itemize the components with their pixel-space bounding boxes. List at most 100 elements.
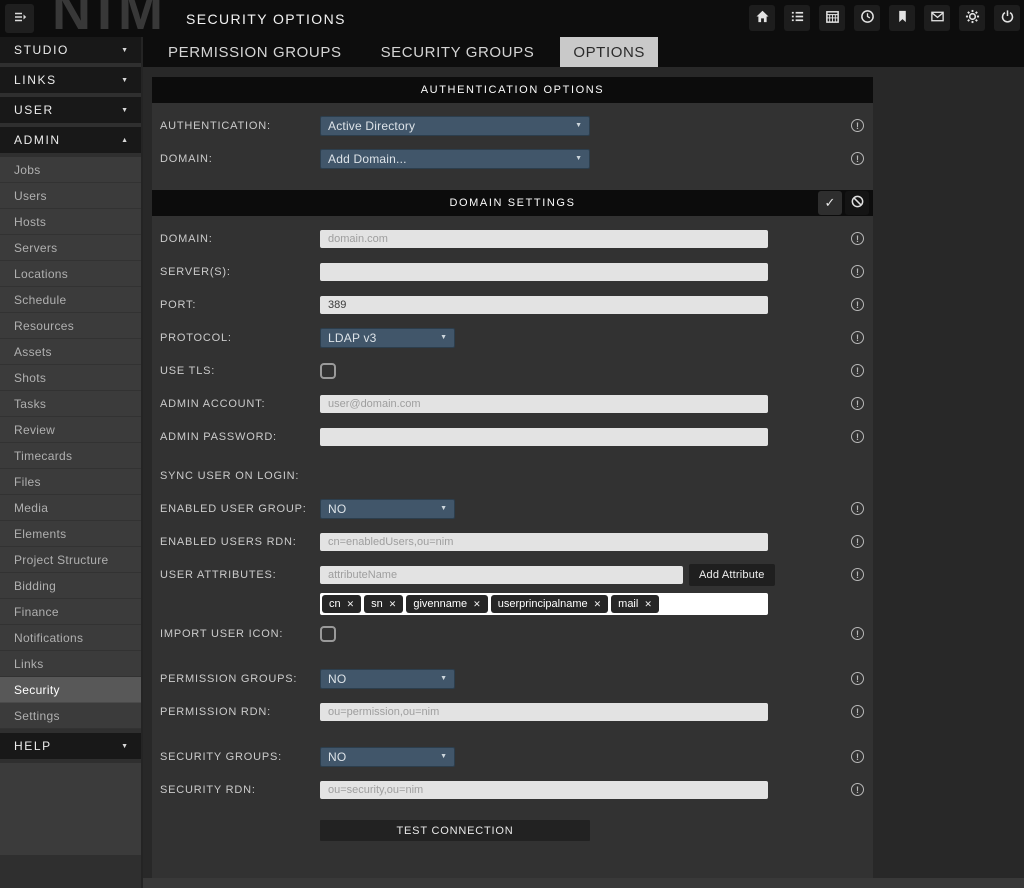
- home-button[interactable]: [749, 5, 775, 31]
- info-icon[interactable]: !: [851, 397, 864, 410]
- info-icon[interactable]: !: [851, 783, 864, 796]
- clock-button[interactable]: [854, 5, 880, 31]
- use-tls-checkbox[interactable]: [320, 363, 336, 379]
- sidebar-item-users[interactable]: Users: [0, 183, 141, 209]
- sidebar-group-links[interactable]: LINKS ▼: [0, 67, 141, 93]
- domain-input[interactable]: [320, 230, 768, 248]
- sidebar-item-finance[interactable]: Finance: [0, 599, 141, 625]
- info-icon[interactable]: !: [851, 364, 864, 377]
- select-value: NO: [328, 672, 346, 686]
- info-icon[interactable]: !: [851, 627, 864, 640]
- select-value: NO: [328, 502, 346, 516]
- bookmark-button[interactable]: [889, 5, 915, 31]
- sidebar-item-shots[interactable]: Shots: [0, 365, 141, 391]
- save-button[interactable]: ✓: [818, 191, 842, 215]
- test-connection-button[interactable]: TEST CONNECTION: [320, 820, 590, 841]
- sidebar-item-timecards[interactable]: Timecards: [0, 443, 141, 469]
- tab-security-groups[interactable]: SECURITY GROUPS: [368, 37, 548, 67]
- permission-groups-select[interactable]: NO ▼: [320, 669, 455, 689]
- info-icon[interactable]: !: [851, 705, 864, 718]
- domain-select[interactable]: Add Domain... ▼: [320, 149, 590, 169]
- admin-account-input[interactable]: [320, 395, 768, 413]
- section-title: AUTHENTICATION OPTIONS: [421, 84, 605, 96]
- enabled-user-group-select[interactable]: NO ▼: [320, 499, 455, 519]
- remove-tag-icon[interactable]: ✕: [473, 599, 481, 610]
- tab-permission-groups[interactable]: PERMISSION GROUPS: [155, 37, 355, 67]
- info-icon[interactable]: !: [851, 331, 864, 344]
- authentication-select[interactable]: Active Directory ▼: [320, 116, 590, 136]
- sidebar-group-help[interactable]: HELP ▼: [0, 733, 141, 759]
- sidebar-group-user[interactable]: USER ▼: [0, 97, 141, 123]
- add-attribute-button[interactable]: Add Attribute: [689, 564, 775, 586]
- info-icon[interactable]: !: [851, 232, 864, 245]
- remove-tag-icon[interactable]: ✕: [347, 599, 355, 610]
- sidebar-item-resources[interactable]: Resources: [0, 313, 141, 339]
- attribute-tag: givenname✕: [406, 595, 487, 613]
- sidebar-item-bidding[interactable]: Bidding: [0, 573, 141, 599]
- nim-logo: NIM: [52, 0, 169, 38]
- field-label: SYNC USER ON LOGIN:: [152, 470, 320, 482]
- sidebar-item-servers[interactable]: Servers: [0, 235, 141, 261]
- info-icon[interactable]: !: [851, 502, 864, 515]
- sidebar-item-notifications[interactable]: Notifications: [0, 625, 141, 651]
- info-icon[interactable]: !: [851, 672, 864, 685]
- sidebar-item-tasks[interactable]: Tasks: [0, 391, 141, 417]
- settings-button[interactable]: [959, 5, 985, 31]
- sidebar-item-locations[interactable]: Locations: [0, 261, 141, 287]
- sidebar-item-project-structure[interactable]: Project Structure: [0, 547, 141, 573]
- security-rdn-input[interactable]: [320, 781, 768, 799]
- section-title: DOMAIN SETTINGS: [449, 197, 575, 209]
- info-icon[interactable]: !: [851, 119, 864, 132]
- protocol-row: PROTOCOL: LDAP v3 ▼ !: [152, 321, 873, 354]
- sidebar-item-security[interactable]: Security: [0, 677, 141, 703]
- info-icon[interactable]: !: [851, 265, 864, 278]
- info-icon[interactable]: !: [851, 152, 864, 165]
- permission-rdn-input[interactable]: [320, 703, 768, 721]
- import-user-icon-checkbox[interactable]: [320, 626, 336, 642]
- servers-input[interactable]: [320, 263, 768, 281]
- info-icon[interactable]: !: [851, 298, 864, 311]
- power-button[interactable]: [994, 5, 1020, 31]
- sidebar-item-review[interactable]: Review: [0, 417, 141, 443]
- sidebar-item-links[interactable]: Links: [0, 651, 141, 677]
- admin-password-input[interactable]: [320, 428, 768, 446]
- info-icon[interactable]: !: [851, 535, 864, 548]
- sidebar-item-media[interactable]: Media: [0, 495, 141, 521]
- domain-settings-header: DOMAIN SETTINGS ✓: [152, 190, 873, 216]
- security-groups-select[interactable]: NO ▼: [320, 747, 455, 767]
- info-icon[interactable]: !: [851, 568, 864, 581]
- home-icon: [755, 9, 770, 27]
- mail-button[interactable]: [924, 5, 950, 31]
- sidebar-item-hosts[interactable]: Hosts: [0, 209, 141, 235]
- sidebar-item-settings[interactable]: Settings: [0, 703, 141, 729]
- remove-tag-icon[interactable]: ✕: [644, 599, 652, 610]
- sidebar-item-elements[interactable]: Elements: [0, 521, 141, 547]
- port-input[interactable]: [320, 296, 768, 314]
- sidebar-item-files[interactable]: Files: [0, 469, 141, 495]
- attribute-name-input[interactable]: [320, 566, 683, 584]
- info-icon[interactable]: !: [851, 430, 864, 443]
- enabled-users-rdn-input[interactable]: [320, 533, 768, 551]
- test-connection-row: TEST CONNECTION: [152, 820, 873, 842]
- chevron-down-icon: ▼: [121, 77, 128, 84]
- cancel-button[interactable]: [845, 191, 869, 215]
- servers-row: SERVER(S): !: [152, 255, 873, 288]
- chevron-down-icon: ▼: [440, 675, 447, 682]
- sidebar-group-label: USER: [14, 103, 54, 117]
- sidebar-collapse-button[interactable]: [5, 4, 34, 33]
- calendar-button[interactable]: [819, 5, 845, 31]
- sidebar-group-admin[interactable]: ADMIN ▲: [0, 127, 141, 153]
- remove-tag-icon[interactable]: ✕: [594, 599, 602, 610]
- tab-options[interactable]: OPTIONS: [560, 37, 658, 67]
- sidebar-item-schedule[interactable]: Schedule: [0, 287, 141, 313]
- sidebar-item-assets[interactable]: Assets: [0, 339, 141, 365]
- remove-tag-icon[interactable]: ✕: [389, 599, 397, 610]
- list-button[interactable]: [784, 5, 810, 31]
- protocol-select[interactable]: LDAP v3 ▼: [320, 328, 455, 348]
- info-icon[interactable]: !: [851, 750, 864, 763]
- sidebar-item-jobs[interactable]: Jobs: [0, 157, 141, 183]
- field-label: USER ATTRIBUTES:: [152, 569, 320, 581]
- sidebar-group-studio[interactable]: STUDIO ▼: [0, 37, 141, 63]
- power-icon: [1000, 9, 1015, 27]
- admin-account-row: ADMIN ACCOUNT: !: [152, 387, 873, 420]
